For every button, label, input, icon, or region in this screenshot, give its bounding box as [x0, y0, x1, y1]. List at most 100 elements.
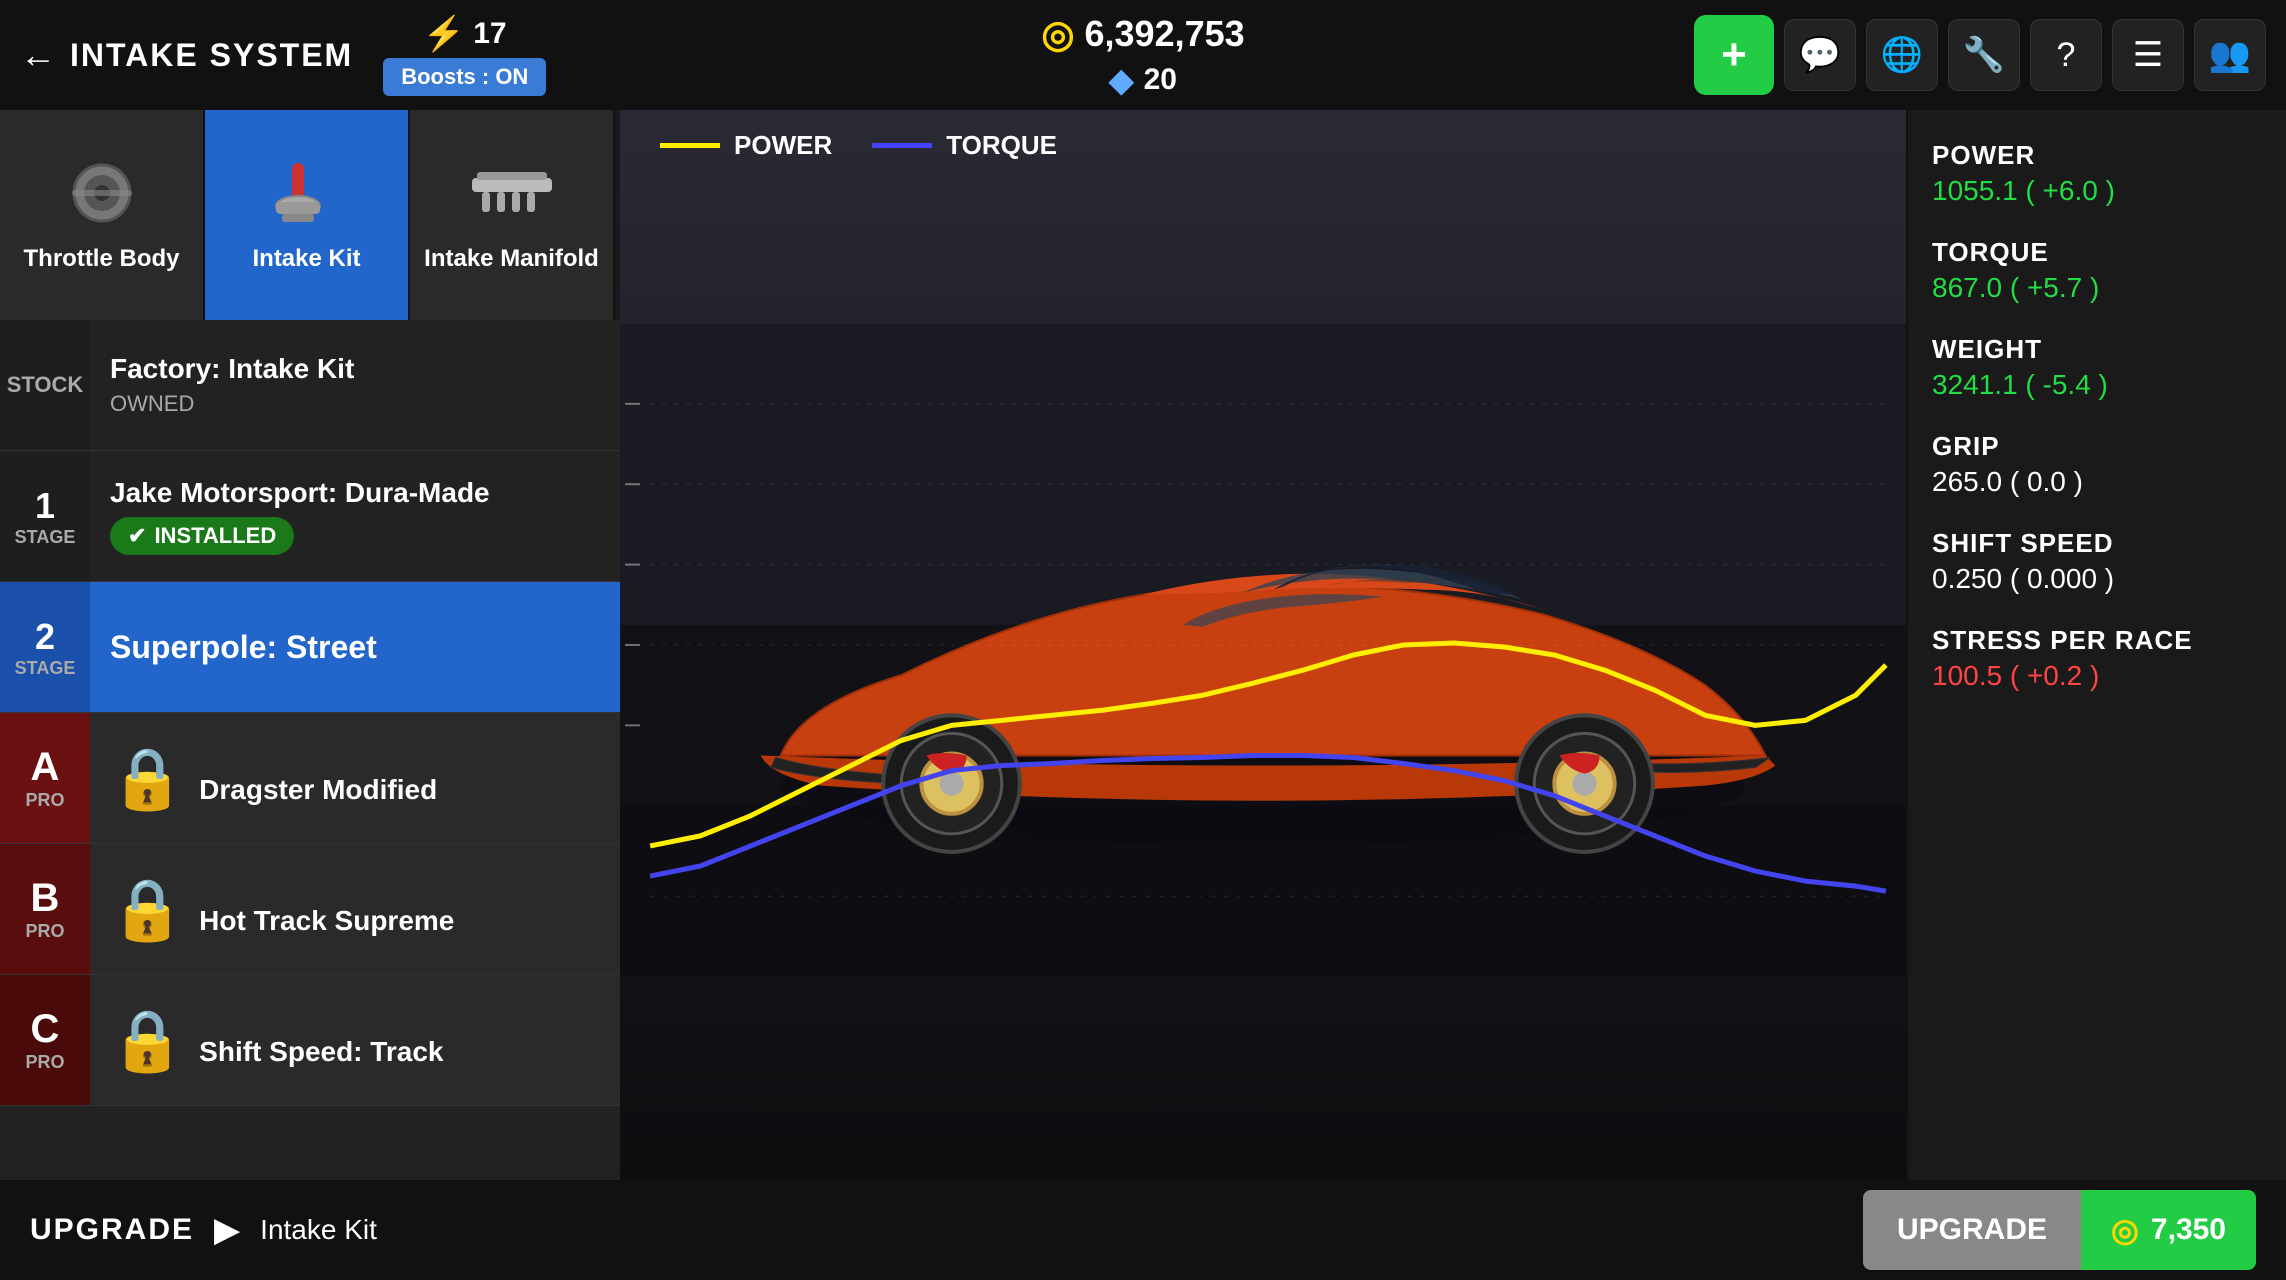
tab-intake-manifold-label: Intake Manifold: [424, 245, 599, 273]
upgrade-info-stageA: 🔒 Dragster Modified: [90, 727, 620, 830]
stage-number-1: 1: [35, 485, 55, 527]
upgrade-row-stock[interactable]: STOCK Factory: Intake Kit OWNED: [0, 320, 620, 451]
stage-number-2: 2: [35, 616, 55, 658]
torque-line-legend: [872, 143, 932, 148]
upgrade-name-stage2: Superpole: Street: [110, 629, 600, 666]
lock-icon-B: 🔒: [110, 876, 185, 943]
stat-power: POWER 1055.1 ( +6.0 ): [1932, 140, 2262, 207]
stat-stress: STRESS PER RACE 100.5 ( +0.2 ): [1932, 625, 2262, 692]
weight-value: 3241.1 ( -5.4 ): [1932, 369, 2262, 401]
upgrade-row-stageC[interactable]: C PRO 🔒 Shift Speed: Track: [0, 975, 620, 1106]
upgrade-sub-stock: OWNED: [110, 391, 600, 417]
graph-legend: POWER TORQUE: [660, 130, 1057, 161]
upgrade-row-stageA[interactable]: A PRO 🔒 Dragster Modified: [0, 713, 620, 844]
back-button[interactable]: ← INTAKE SYSTEM: [20, 34, 353, 76]
upgrade-part-name: Intake Kit: [260, 1214, 377, 1246]
upgrade-name-stock: Factory: Intake Kit: [110, 353, 600, 385]
upgrade-info-stageB: 🔒 Hot Track Supreme: [90, 858, 620, 961]
upgrade-name-stageB: Hot Track Supreme: [199, 905, 454, 936]
bolt-badge: ⚡ 17: [423, 14, 507, 54]
back-arrow-icon: ←: [20, 34, 58, 76]
stage-badge-1: 1 STAGE: [0, 451, 90, 581]
boosts-button[interactable]: Boosts : ON: [383, 58, 546, 96]
upgrade-row-stage1[interactable]: 1 STAGE Jake Motorsport: Dura-Made ✔ INS…: [0, 451, 620, 582]
bolt-icon: ⚡: [423, 14, 465, 54]
intake-manifold-icon: [467, 158, 557, 235]
throttle-body-icon: [57, 158, 147, 235]
intake-kit-icon: [262, 158, 352, 235]
stage-label-A: PRO: [25, 790, 64, 811]
stress-value: 100.5 ( +0.2 ): [1932, 660, 2262, 692]
top-right-nav: + 💬 🌐 🔧 ? ☰ 👥: [1694, 15, 2266, 95]
car-container: [620, 170, 1906, 1130]
stage-badge-stock: STOCK: [0, 320, 90, 450]
menu-button[interactable]: ☰: [2112, 19, 2184, 91]
stress-label: STRESS PER RACE: [1932, 625, 2262, 656]
coins-display: ◎ 6,392,753: [1041, 12, 1244, 57]
upgrade-cost-button[interactable]: ◎ 7,350: [2081, 1190, 2256, 1270]
power-label: POWER: [1932, 140, 2262, 171]
stage-badge-2: 2 STAGE: [0, 582, 90, 712]
stat-grip: GRIP 265.0 ( 0.0 ): [1932, 431, 2262, 498]
upgrade-info-stageC: 🔒 Shift Speed: Track: [90, 989, 620, 1092]
upgrade-cost-section: UPGRADE ◎ 7,350: [1863, 1190, 2256, 1270]
upgrade-name-stage1: Jake Motorsport: Dura-Made: [110, 477, 600, 509]
top-bar: ← INTAKE SYSTEM ⚡ 17 Boosts : ON ◎ 6,392…: [0, 0, 2286, 110]
tab-bar: Throttle Body Intake Kit Intake Mani: [0, 110, 620, 320]
page-title: INTAKE SYSTEM: [70, 37, 353, 74]
main-area: POWER TORQUE: [620, 110, 1906, 1180]
tab-intake-kit[interactable]: Intake Kit: [205, 110, 410, 320]
stage-badge-C: C PRO: [0, 975, 90, 1105]
bolt-count: 17: [473, 17, 506, 51]
diamonds-display: ◆ 20: [1109, 61, 1177, 99]
torque-value: 867.0 ( +5.7 ): [1932, 272, 2262, 304]
tab-intake-manifold[interactable]: Intake Manifold: [410, 110, 615, 320]
power-legend-label: POWER: [734, 130, 832, 161]
grip-label: GRIP: [1932, 431, 2262, 462]
stage-label-1: STAGE: [15, 527, 76, 548]
torque-label: TORQUE: [1932, 237, 2262, 268]
installed-label: INSTALLED: [154, 523, 276, 549]
lock-icon-A: 🔒: [110, 745, 185, 812]
upgrade-cost: 7,350: [2151, 1213, 2226, 1247]
social-button[interactable]: 👥: [2194, 19, 2266, 91]
upgrade-button-label[interactable]: UPGRADE: [1863, 1190, 2081, 1270]
wrench-button[interactable]: 🔧: [1948, 19, 2020, 91]
power-value: 1055.1 ( +6.0 ): [1932, 175, 2262, 207]
stage-letter-A: A: [31, 745, 60, 790]
play-icon: ▶: [214, 1210, 240, 1250]
upgrade-bottom-label: UPGRADE: [30, 1213, 194, 1247]
grip-value: 265.0 ( 0.0 ): [1932, 466, 2262, 498]
shift-speed-label: SHIFT SPEED: [1932, 528, 2262, 559]
legend-power: POWER: [660, 130, 832, 161]
help-button[interactable]: ?: [2030, 19, 2102, 91]
tab-throttle-body[interactable]: Throttle Body: [0, 110, 205, 320]
add-button[interactable]: +: [1694, 15, 1774, 95]
currency-display: ◎ 6,392,753 ◆ 20: [1041, 12, 1244, 99]
boost-section: ⚡ 17 Boosts : ON: [383, 14, 546, 96]
stage-letter-C: C: [31, 1007, 60, 1052]
stage-badge-A: A PRO: [0, 713, 90, 843]
stage-letter-B: B: [31, 876, 60, 921]
upgrade-info-stock: Factory: Intake Kit OWNED: [90, 337, 620, 433]
coin-icon: ◎: [1041, 12, 1074, 57]
chat-button[interactable]: 💬: [1784, 19, 1856, 91]
upgrade-row-stage2[interactable]: 2 STAGE Superpole: Street: [0, 582, 620, 713]
upgrade-info-stage1: Jake Motorsport: Dura-Made ✔ INSTALLED: [90, 461, 620, 571]
upgrade-row-stageB[interactable]: B PRO 🔒 Hot Track Supreme: [0, 844, 620, 975]
upgrade-list: STOCK Factory: Intake Kit OWNED 1 STAGE …: [0, 320, 620, 1180]
diamond-icon: ◆: [1109, 61, 1134, 99]
cost-coin-icon: ◎: [2111, 1211, 2139, 1249]
stat-shift-speed: SHIFT SPEED 0.250 ( 0.000 ): [1932, 528, 2262, 595]
stage-label-C: PRO: [25, 1052, 64, 1073]
torque-legend-label: TORQUE: [946, 130, 1057, 161]
globe-button[interactable]: 🌐: [1866, 19, 1938, 91]
stage-label-B: PRO: [25, 921, 64, 942]
upgrade-name-stageC: Shift Speed: Track: [199, 1036, 443, 1067]
coins-value: 6,392,753: [1085, 13, 1245, 55]
bottom-bar: UPGRADE ▶ Intake Kit UPGRADE ◎ 7,350: [0, 1180, 2286, 1280]
car-svg: [620, 170, 1906, 1130]
weight-label: WEIGHT: [1932, 334, 2262, 365]
upgrade-name-stageA: Dragster Modified: [199, 774, 437, 805]
stats-panel: POWER 1055.1 ( +6.0 ) TORQUE 867.0 ( +5.…: [1906, 110, 2286, 1180]
